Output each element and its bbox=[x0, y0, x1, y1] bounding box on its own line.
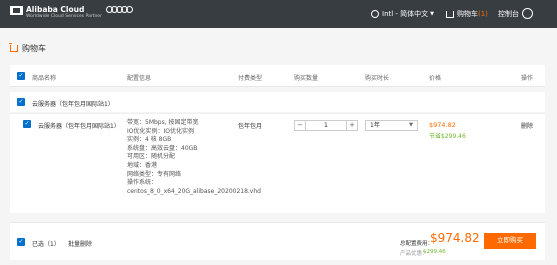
header-duration: 购买时长 bbox=[365, 75, 390, 82]
cart-table-header: ✓ 商品名称 配置信息 付费类型 购买数量 购买时长 价格 操作 bbox=[10, 65, 545, 87]
header-price: 价格 bbox=[429, 75, 442, 82]
top-navigation-bar: Alibaba Cloud Worldwide Cloud Services P… bbox=[0, 0, 557, 28]
delete-link[interactable]: 删除 bbox=[521, 121, 533, 130]
brand-tagline: Worldwide Cloud Services Partner bbox=[26, 14, 102, 19]
cart-footer: ✓ 已选（1） 批量删除 总配置费用： $974.82 产品优惠： $299.4… bbox=[10, 222, 545, 260]
decrement-button[interactable]: − bbox=[295, 121, 306, 130]
total-price: $974.82 bbox=[430, 231, 480, 245]
item-checkbox[interactable]: ✓ bbox=[23, 120, 31, 128]
group-label: 云服务器（包年包月国际站1） bbox=[32, 101, 114, 108]
chevron-down-icon: ▼ bbox=[409, 122, 413, 128]
cart-link[interactable]: 购物车 (1) bbox=[446, 9, 488, 19]
config-line: 网络类型：专有网络 bbox=[127, 170, 182, 178]
config-line: 实例：4 核 8GB bbox=[127, 136, 172, 144]
brand-name: Alibaba Cloud bbox=[26, 5, 85, 14]
console-link[interactable]: 控制台 bbox=[498, 9, 519, 19]
header-quantity: 购买数量 bbox=[294, 75, 319, 82]
alibaba-cloud-logo[interactable]: Alibaba Cloud Worldwide Cloud Services P… bbox=[10, 5, 133, 20]
config-line: 可用区：随机分配 bbox=[127, 153, 176, 161]
item-name: 云服务器（包年包月国际站1） bbox=[38, 123, 120, 130]
increment-button[interactable]: + bbox=[346, 121, 357, 130]
language-switcher[interactable]: Intl - 简体中文 ▼ bbox=[371, 9, 434, 19]
config-line: 操作系统： bbox=[127, 179, 158, 187]
duration-value: 1年 bbox=[370, 122, 380, 129]
batch-delete-link[interactable]: 批量删除 bbox=[68, 239, 92, 248]
page-title-text: 购物车 bbox=[22, 44, 46, 53]
header-config: 配置信息 bbox=[127, 75, 152, 82]
chevron-down-icon: ▼ bbox=[430, 11, 435, 17]
header-action: 操作 bbox=[521, 75, 534, 82]
footer-select-all-checkbox[interactable]: ✓ bbox=[17, 238, 25, 246]
cart-count: (1) bbox=[478, 10, 488, 18]
cart-item-row: ✓ 云服务器（包年包月国际站1） 带宽：5Mbps, 按固定带宽 IO优化实例：… bbox=[10, 113, 545, 213]
buy-now-button[interactable]: 立即购买 bbox=[484, 233, 536, 249]
globe-icon bbox=[371, 10, 379, 18]
page-title: 购物车 bbox=[9, 43, 46, 54]
total-saving: $299.46 bbox=[423, 249, 446, 255]
header-pay-type: 付费类型 bbox=[238, 75, 263, 82]
select-all-checkbox[interactable]: ✓ bbox=[17, 72, 25, 80]
alibaba-logo-icon bbox=[10, 6, 23, 15]
quantity-stepper: − 1 + bbox=[294, 120, 358, 131]
selected-count: 已选（1） bbox=[32, 241, 60, 248]
cart-label: 购物车 bbox=[457, 10, 478, 18]
item-config-list: 带宽：5Mbps, 按固定带宽 IO优化实例：IO优化实例 实例：4 核 8GB… bbox=[127, 119, 261, 196]
config-line: centos_8_0_x64_20G_alibase_20200218.vhd bbox=[127, 187, 261, 195]
item-saving: 节省$299.46 bbox=[429, 133, 466, 140]
item-price: $974.82 bbox=[429, 121, 456, 129]
group-checkbox[interactable]: ✓ bbox=[17, 98, 25, 106]
user-avatar-icon[interactable] bbox=[522, 8, 533, 19]
duration-select[interactable]: 1年 ▼ bbox=[365, 120, 418, 131]
total-label: 总配置费用： bbox=[400, 241, 434, 247]
cart-icon bbox=[9, 43, 18, 52]
config-line: 地域：香港 bbox=[127, 161, 158, 169]
quantity-input[interactable]: 1 bbox=[306, 121, 346, 130]
olympic-rings-icon bbox=[105, 6, 133, 13]
item-pay-type: 包年包月 bbox=[238, 123, 263, 130]
header-product-name: 商品名称 bbox=[32, 75, 57, 82]
console-label: 控制台 bbox=[498, 10, 519, 18]
cart-icon bbox=[446, 10, 454, 18]
language-label: Intl - 简体中文 bbox=[382, 10, 429, 18]
product-group-row: ✓ 云服务器（包年包月国际站1） bbox=[10, 92, 545, 112]
